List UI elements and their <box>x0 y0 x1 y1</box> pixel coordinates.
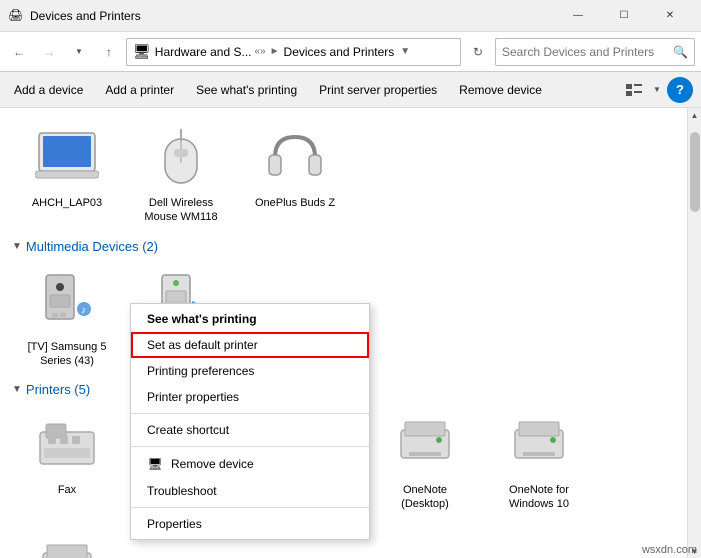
tv1-label: [TV] Samsung 5Series (43) <box>28 340 107 369</box>
printers-chevron: ▼ <box>12 384 22 395</box>
laptop-icon-wrapper <box>32 122 102 192</box>
fax-icon-wrapper <box>32 409 102 479</box>
onenote-desktop-icon-wrapper <box>390 409 460 479</box>
close-button[interactable]: ✕ <box>647 0 693 32</box>
fax-icon <box>34 416 100 472</box>
svg-text:♪: ♪ <box>81 305 86 316</box>
scroll-thumb[interactable] <box>690 132 700 212</box>
view-button[interactable] <box>621 77 647 103</box>
view-icon <box>626 84 642 96</box>
ctx-troubleshoot[interactable]: Troubleshoot <box>131 478 369 504</box>
monitor-icon: 🖥 <box>147 456 163 472</box>
remove-device-button[interactable]: Remove device <box>449 75 552 105</box>
onenote-desktop-icon <box>395 416 455 472</box>
onenote-desktop-label: OneNote(Desktop) <box>401 483 449 512</box>
device-oneplus-label: OnePlus Buds Z <box>255 196 335 210</box>
ctx-create-shortcut[interactable]: Create shortcut <box>131 417 369 443</box>
search-box[interactable]: 🔍 <box>495 38 695 66</box>
back-button[interactable]: ← <box>6 39 32 65</box>
multimedia-chevron: ▼ <box>12 241 22 252</box>
laptop-icon <box>35 131 99 183</box>
ctx-printing-prefs[interactable]: Printing preferences <box>131 358 369 384</box>
window-controls: — ☐ ✕ <box>555 0 693 32</box>
window-title: Devices and Printers <box>30 9 555 23</box>
maximize-button[interactable]: ☐ <box>601 0 647 32</box>
search-input[interactable] <box>502 45 669 59</box>
add-device-button[interactable]: Add a device <box>4 75 93 105</box>
headphone-icon <box>265 127 325 187</box>
scroll-up-arrow[interactable]: ▲ <box>688 108 701 122</box>
recent-button[interactable]: ▼ <box>66 39 92 65</box>
onenote-win10-icon-wrapper <box>504 409 574 479</box>
forward-button[interactable]: → <box>36 39 62 65</box>
title-bar: 🖨 Devices and Printers — ☐ ✕ <box>0 0 701 32</box>
computers-grid: AHCH_LAP03 Dell WirelessMouse WM118 <box>12 116 675 231</box>
breadcrumb-chevron-1: «» <box>255 46 266 57</box>
scroll-track[interactable] <box>688 122 701 544</box>
printers-label: Printers (5) <box>26 382 90 397</box>
breadcrumb-2[interactable]: Devices and Printers <box>284 45 395 59</box>
onenote-desktop-device[interactable]: OneNote(Desktop) <box>370 403 480 518</box>
printer-bottom-icon-svg <box>37 539 97 558</box>
toolbar: Add a device Add a printer See what's pr… <box>0 72 701 108</box>
ctx-properties[interactable]: Properties <box>131 511 369 537</box>
ctx-remove-device[interactable]: 🖥 Remove device <box>131 450 369 478</box>
minimize-button[interactable]: — <box>555 0 601 32</box>
ctx-sep-3 <box>131 507 369 508</box>
context-menu: See what's printing Set as default print… <box>130 303 370 540</box>
path-separator: ► <box>270 46 280 57</box>
breadcrumb-1[interactable]: Hardware and S... «» <box>155 45 266 59</box>
ctx-see-printing[interactable]: See what's printing <box>131 306 369 332</box>
add-printer-button[interactable]: Add a printer <box>95 75 184 105</box>
see-whats-printing-button[interactable]: See what's printing <box>186 75 307 105</box>
onenote-win10-icon <box>509 416 569 472</box>
view-dropdown-button[interactable]: ▼ <box>649 77 665 103</box>
ctx-set-default[interactable]: Set as default printer <box>131 332 369 358</box>
address-bar: ← → ▼ ↑ 🖥 Hardware and S... «» ► Devices… <box>0 32 701 72</box>
device-oneplus[interactable]: OnePlus Buds Z <box>240 116 350 231</box>
app-icon: 🖨 <box>8 8 24 24</box>
fax-label: Fax <box>58 483 76 497</box>
search-icon: 🔍 <box>673 45 688 59</box>
headphone-icon-wrapper <box>260 122 330 192</box>
multimedia-label: Multimedia Devices (2) <box>26 239 158 254</box>
main-content: AHCH_LAP03 Dell WirelessMouse WM118 <box>0 108 687 558</box>
device-dell-label: Dell WirelessMouse WM118 <box>144 196 217 225</box>
refresh-button[interactable]: ↻ <box>465 39 491 65</box>
ctx-sep-1 <box>131 413 369 414</box>
scrollbar[interactable]: ▲ ▼ <box>687 108 701 558</box>
fax-device[interactable]: Fax <box>12 403 122 518</box>
device-dell-mouse[interactable]: Dell WirelessMouse WM118 <box>126 116 236 231</box>
watermark: wsxdn.com <box>642 544 697 556</box>
tv1-icon-wrapper: ♪ <box>32 266 102 336</box>
onenote-win10-device[interactable]: OneNote forWindows 10 <box>484 403 594 518</box>
printer-bottom-icon <box>32 532 102 558</box>
device-ahch-label: AHCH_LAP03 <box>32 196 102 210</box>
mouse-icon-wrapper <box>146 122 216 192</box>
path-end-chevron: ▼ <box>400 46 410 57</box>
tv1-device[interactable]: ♪ [TV] Samsung 5Series (43) <box>12 260 122 375</box>
content-area: AHCH_LAP03 Dell WirelessMouse WM118 <box>0 108 701 558</box>
device-ahch[interactable]: AHCH_LAP03 <box>12 116 122 231</box>
ctx-printer-props[interactable]: Printer properties <box>131 384 369 410</box>
up-button[interactable]: ↑ <box>96 39 122 65</box>
address-path[interactable]: 🖥 Hardware and S... «» ► Devices and Pri… <box>126 38 461 66</box>
help-button[interactable]: ? <box>667 77 693 103</box>
printer-bottom[interactable]: ...s) in queue <box>12 526 122 558</box>
tv1-icon: ♪ <box>32 271 102 331</box>
address-icon: 🖥 <box>133 43 151 60</box>
multimedia-section-header[interactable]: ▼ Multimedia Devices (2) <box>12 239 675 254</box>
ctx-sep-2 <box>131 446 369 447</box>
mouse-icon <box>160 127 202 187</box>
onenote-win10-label: OneNote forWindows 10 <box>509 483 569 512</box>
print-server-button[interactable]: Print server properties <box>309 75 447 105</box>
